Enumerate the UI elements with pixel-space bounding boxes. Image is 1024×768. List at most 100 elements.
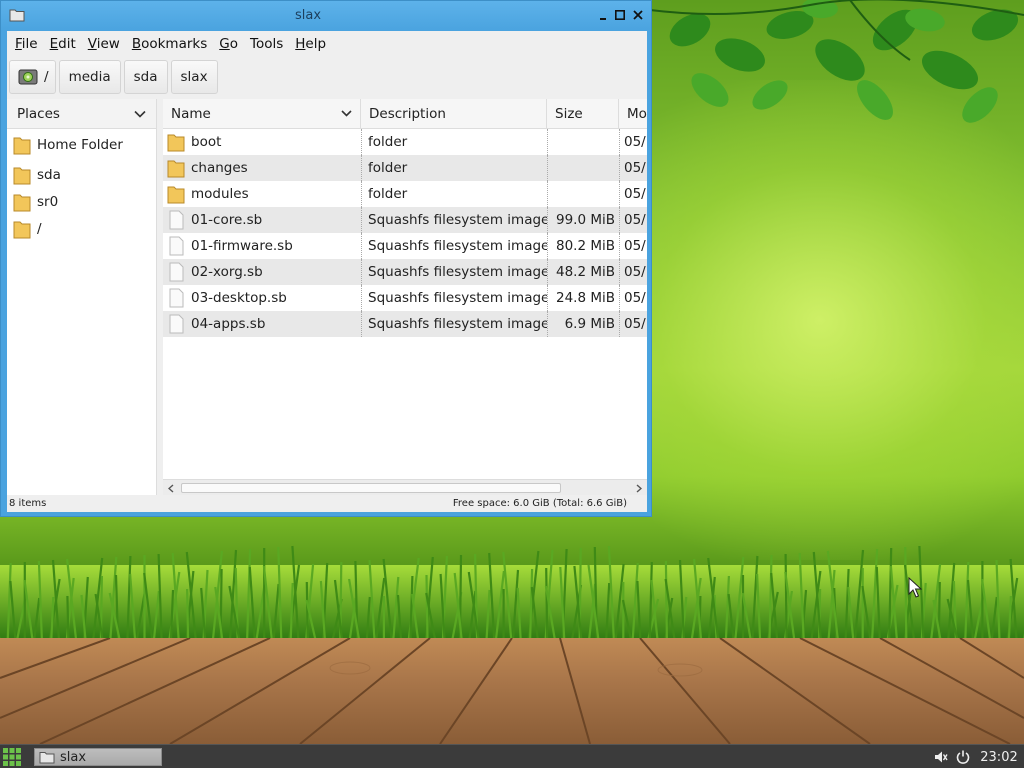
path-segment-media[interactable]: media xyxy=(58,60,121,94)
file-name: 01-firmware.sb xyxy=(191,238,293,254)
places-selector[interactable]: Places xyxy=(7,99,156,129)
file-row[interactable]: 02-xorg.sb Squashfs filesystem image 48.… xyxy=(163,259,647,285)
file-description: Squashfs filesystem image xyxy=(361,259,547,285)
folder-icon xyxy=(167,160,185,178)
file-size: 99.0 MiB xyxy=(547,207,619,233)
app-menu-icon[interactable] xyxy=(3,748,21,766)
file-description: folder xyxy=(361,181,547,207)
file-description: Squashfs filesystem image xyxy=(361,311,547,337)
folder-icon xyxy=(13,221,31,238)
scroll-left-button[interactable] xyxy=(165,482,177,494)
chevron-right-icon xyxy=(636,483,642,493)
file-description: Squashfs filesystem image xyxy=(361,233,547,259)
file-description: folder xyxy=(361,129,547,155)
path-segment-sda[interactable]: sda xyxy=(123,60,168,94)
file-list: Name Description Size Mo boot folder 05/… xyxy=(163,99,647,495)
folder-icon xyxy=(13,194,31,211)
file-modified: 05/1 xyxy=(619,259,647,285)
file-modified: 05/1 xyxy=(619,207,647,233)
place-home-folder[interactable]: Home Folder xyxy=(7,131,156,158)
file-row[interactable]: 04-apps.sb Squashfs filesystem image 6.9… xyxy=(163,311,647,337)
file-icon xyxy=(169,236,184,256)
menu-tools[interactable]: Tools xyxy=(244,33,289,55)
folder-icon xyxy=(167,186,185,204)
window-title: slax xyxy=(294,8,322,23)
column-header-size[interactable]: Size xyxy=(547,99,619,129)
menu-file[interactable]: File xyxy=(9,33,44,55)
menu-bookmarks[interactable]: Bookmarks xyxy=(126,33,213,55)
file-row[interactable]: boot folder 05/1 xyxy=(163,129,647,155)
file-modified: 05/1 xyxy=(619,311,647,337)
power-button[interactable] xyxy=(952,745,974,768)
file-row[interactable]: modules folder 05/1 xyxy=(163,181,647,207)
window-titlebar[interactable]: slax xyxy=(1,1,651,31)
item-count: 8 items xyxy=(9,498,47,509)
drive-icon xyxy=(18,69,38,85)
minimize-icon xyxy=(600,18,606,20)
file-name: 03-desktop.sb xyxy=(191,290,287,306)
system-tray: 23:02 xyxy=(930,745,1024,768)
sort-chevron-icon xyxy=(341,110,352,117)
path-root-button[interactable]: / xyxy=(9,60,56,94)
taskbar-window-button[interactable]: slax xyxy=(34,748,162,766)
file-icon xyxy=(169,262,184,282)
volume-button[interactable] xyxy=(930,745,952,768)
volume-muted-icon xyxy=(935,751,948,763)
file-size: 48.2 MiB xyxy=(547,259,619,285)
taskbar: slax 23:02 xyxy=(0,744,1024,768)
clock[interactable]: 23:02 xyxy=(974,750,1024,765)
file-modified: 05/1 xyxy=(619,285,647,311)
place-sr0[interactable]: sr0 xyxy=(7,188,156,215)
horizontal-scrollbar[interactable] xyxy=(163,479,647,495)
scroll-right-button[interactable] xyxy=(633,482,645,494)
file-size xyxy=(547,181,619,207)
folder-icon xyxy=(13,137,31,154)
maximize-icon xyxy=(615,10,625,20)
mouse-pointer-icon xyxy=(908,577,922,598)
chevron-left-icon xyxy=(168,483,174,493)
place-sda[interactable]: sda xyxy=(7,161,156,188)
file-size: 6.9 MiB xyxy=(547,311,619,337)
file-size xyxy=(547,129,619,155)
maximize-button[interactable] xyxy=(612,7,628,23)
file-name: 01-core.sb xyxy=(191,212,263,228)
file-icon xyxy=(169,288,184,308)
file-row[interactable]: 03-desktop.sb Squashfs filesystem image … xyxy=(163,285,647,311)
file-name: boot xyxy=(191,134,222,150)
free-space: Free space: 6.0 GiB (Total: 6.6 GiB) xyxy=(452,498,627,509)
column-headers: Name Description Size Mo xyxy=(163,99,647,129)
file-size: 24.8 MiB xyxy=(547,285,619,311)
window-content: File Edit View Bookmarks Go Tools Help /… xyxy=(7,31,647,512)
menu-go[interactable]: Go xyxy=(213,33,244,55)
menu-bar: File Edit View Bookmarks Go Tools Help xyxy=(7,31,647,56)
places-sidebar: Places Home Folder sda sr0 / xyxy=(7,99,157,495)
file-row[interactable]: changes folder 05/1 xyxy=(163,155,647,181)
place-root[interactable]: / xyxy=(7,215,156,242)
menu-help[interactable]: Help xyxy=(289,33,332,55)
status-bar: 8 items Free space: 6.0 GiB (Total: 6.6 … xyxy=(7,495,647,512)
close-button[interactable] xyxy=(630,7,646,23)
folder-icon xyxy=(39,751,55,763)
file-modified: 05/1 xyxy=(619,181,647,207)
folder-icon xyxy=(167,134,185,152)
chevron-down-icon xyxy=(134,110,146,118)
column-header-modified[interactable]: Mo xyxy=(619,99,647,129)
file-manager-window: slax File Edit View Bookmarks Go Tools H… xyxy=(0,0,652,517)
column-header-name[interactable]: Name xyxy=(163,99,361,129)
minimize-button[interactable] xyxy=(595,7,611,23)
file-row[interactable]: 01-firmware.sb Squashfs filesystem image… xyxy=(163,233,647,259)
menu-view[interactable]: View xyxy=(82,33,126,55)
menu-edit[interactable]: Edit xyxy=(44,33,82,55)
grass-decoration xyxy=(0,545,1024,640)
places-title: Places xyxy=(17,105,60,122)
path-segment-slax[interactable]: slax xyxy=(170,60,218,94)
file-row[interactable]: 01-core.sb Squashfs filesystem image 99.… xyxy=(163,207,647,233)
scrollbar-thumb[interactable] xyxy=(181,483,561,493)
power-icon xyxy=(956,750,970,764)
column-header-description[interactable]: Description xyxy=(361,99,547,129)
file-modified: 05/1 xyxy=(619,155,647,181)
file-size xyxy=(547,155,619,181)
path-bar: / media sda slax xyxy=(7,58,647,96)
file-icon xyxy=(169,210,184,230)
folder-icon xyxy=(13,167,31,184)
